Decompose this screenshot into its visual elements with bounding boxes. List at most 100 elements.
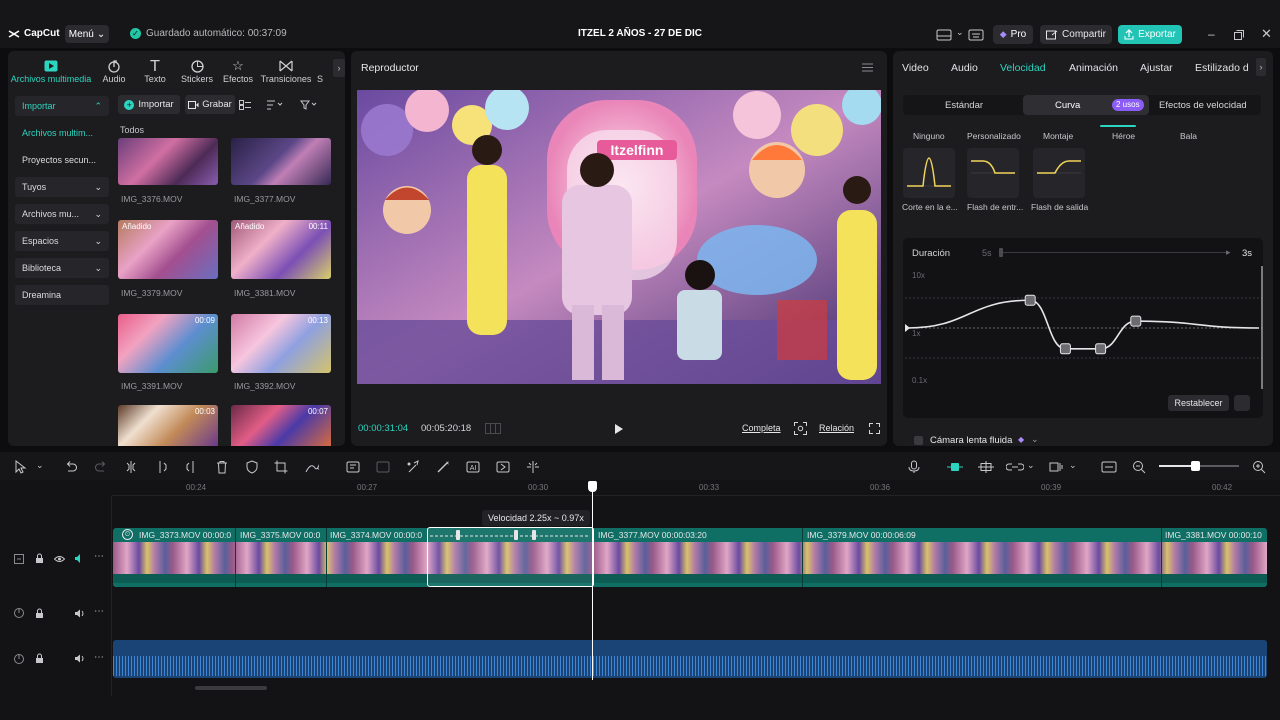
media-thumb[interactable]: 00:03 bbox=[118, 405, 218, 446]
playhead-handle[interactable] bbox=[588, 481, 597, 492]
menu-button[interactable]: Menú ⌄ bbox=[65, 25, 109, 43]
full-button[interactable]: Completa bbox=[742, 423, 781, 433]
curve-control-point[interactable] bbox=[1059, 343, 1071, 355]
tab-more[interactable]: S bbox=[314, 51, 326, 87]
magic-wand-icon[interactable] bbox=[436, 460, 450, 474]
preset-flash-out[interactable] bbox=[1033, 148, 1085, 198]
split-right-icon[interactable] bbox=[184, 460, 198, 474]
mode-speed-effects[interactable]: Efectos de velocidad bbox=[1159, 100, 1247, 111]
fit-frame-icon[interactable] bbox=[794, 422, 807, 435]
freeze-icon[interactable] bbox=[346, 460, 360, 474]
media-thumb[interactable] bbox=[231, 138, 331, 185]
export-button[interactable]: Exportar bbox=[1118, 25, 1182, 44]
reset-button[interactable]: Restablecer bbox=[1168, 395, 1229, 411]
smooth-slowmo-checkbox[interactable] bbox=[914, 436, 923, 445]
fit-timeline-icon[interactable] bbox=[1101, 460, 1117, 474]
tabs-scroll-right-icon[interactable]: › bbox=[1256, 58, 1266, 76]
more-options-icon[interactable]: ⋯ bbox=[94, 551, 104, 562]
tab-stylize[interactable]: Estilizado d bbox=[1186, 62, 1258, 74]
curve-control-point[interactable] bbox=[1130, 315, 1142, 327]
more-options-icon[interactable]: ⋯ bbox=[94, 606, 104, 617]
reverse-icon[interactable] bbox=[376, 460, 390, 474]
eye-icon[interactable] bbox=[54, 555, 65, 563]
pro-button[interactable]: ◆ Pro bbox=[993, 25, 1033, 44]
layout-chevron-icon[interactable]: ⌄ bbox=[956, 27, 964, 38]
preset-none-label[interactable]: Ninguno bbox=[913, 131, 945, 141]
crop-icon[interactable] bbox=[274, 460, 288, 474]
main-track-magnet-icon[interactable] bbox=[946, 460, 964, 474]
selected-clip[interactable] bbox=[427, 527, 594, 587]
hamburger-icon[interactable] bbox=[862, 63, 873, 72]
chevron-down-icon[interactable]: ⌄ bbox=[1031, 434, 1039, 445]
lock-icon[interactable] bbox=[35, 608, 44, 619]
curve-control-point[interactable] bbox=[1095, 343, 1107, 355]
speed-curve-plot[interactable] bbox=[903, 238, 1263, 418]
filter-icon[interactable] bbox=[300, 100, 318, 110]
nav-library[interactable]: Biblioteca ⌄ bbox=[15, 258, 109, 278]
nav-yours[interactable]: Tuyos ⌄ bbox=[15, 177, 109, 197]
speed-curve-tool-icon[interactable] bbox=[305, 460, 319, 474]
timeline-scrollbar[interactable] bbox=[195, 686, 267, 690]
restore-icon[interactable] bbox=[1234, 30, 1244, 40]
nav-dreamina[interactable]: Dreamina bbox=[15, 285, 109, 305]
zoom-in-icon[interactable] bbox=[1252, 460, 1266, 474]
tab-speed[interactable]: Velocidad bbox=[991, 62, 1055, 74]
preset-hero-label[interactable]: Héroe bbox=[1112, 131, 1135, 141]
grid-view-icon[interactable] bbox=[239, 100, 251, 110]
split-left-icon[interactable] bbox=[155, 460, 169, 474]
mirror-icon[interactable] bbox=[406, 460, 420, 474]
nav-media-files[interactable]: Archivos multim... bbox=[15, 123, 109, 143]
time-ruler[interactable]: 00:24 00:27 00:30 00:33 00:36 00:39 00:4… bbox=[112, 480, 1280, 496]
lock-icon[interactable] bbox=[35, 653, 44, 664]
fullscreen-icon[interactable] bbox=[869, 423, 880, 434]
import-button[interactable]: + Importar bbox=[118, 95, 180, 114]
captions-icon[interactable]: AI bbox=[466, 460, 480, 474]
curve-control-point[interactable] bbox=[1024, 294, 1036, 306]
tab-video[interactable]: Video bbox=[893, 62, 938, 74]
preset-custom-label[interactable]: Personalizado bbox=[967, 131, 1021, 141]
media-thumb[interactable]: 00:07 bbox=[231, 405, 331, 446]
tabs-scroll-right-icon[interactable]: › bbox=[333, 59, 345, 77]
play-icon[interactable] bbox=[614, 423, 624, 435]
tab-audio[interactable]: Audio bbox=[94, 51, 134, 87]
link-icon[interactable] bbox=[1006, 460, 1024, 474]
record-button[interactable]: Grabar bbox=[185, 95, 235, 114]
replace-icon[interactable] bbox=[496, 460, 510, 474]
ratio-button[interactable]: Relación bbox=[819, 423, 854, 433]
nav-secondary-projects[interactable]: Proyectos secun... bbox=[15, 150, 109, 170]
chevron-down-icon[interactable]: ⌄ bbox=[36, 460, 44, 471]
media-thumb[interactable]: Añadido bbox=[118, 220, 218, 279]
preview-axis-icon[interactable] bbox=[1048, 460, 1066, 474]
playhead[interactable] bbox=[592, 482, 593, 680]
tab-transitions[interactable]: Transiciones bbox=[258, 51, 314, 87]
undo-icon[interactable] bbox=[64, 460, 78, 474]
keyboard-icon[interactable] bbox=[968, 29, 984, 41]
tab-animation[interactable]: Animación bbox=[1060, 62, 1127, 74]
timecode-grid-icon[interactable] bbox=[485, 423, 501, 434]
tab-audio-props[interactable]: Audio bbox=[942, 62, 987, 74]
media-thumb[interactable] bbox=[118, 138, 218, 185]
tab-adjust[interactable]: Ajustar bbox=[1131, 62, 1182, 74]
close-icon[interactable]: ✕ bbox=[1261, 26, 1272, 42]
shield-icon[interactable] bbox=[245, 460, 259, 474]
audio-link-icon[interactable] bbox=[74, 553, 83, 564]
share-button[interactable]: Compartir bbox=[1040, 25, 1112, 44]
microphone-icon[interactable] bbox=[907, 460, 921, 474]
preset-flash-in[interactable] bbox=[967, 148, 1019, 198]
layout-icon[interactable] bbox=[936, 29, 952, 41]
minimize-icon[interactable]: – bbox=[1208, 27, 1215, 41]
chevron-down-icon[interactable]: ⌄ bbox=[1027, 460, 1035, 471]
diamond-toggle-button[interactable] bbox=[1234, 395, 1250, 411]
audio-track-icon[interactable] bbox=[14, 608, 24, 618]
ai-effects-icon[interactable] bbox=[526, 460, 540, 474]
speaker-icon[interactable] bbox=[74, 609, 85, 618]
chevron-down-icon[interactable]: ⌄ bbox=[1069, 460, 1077, 471]
more-options-icon[interactable]: ⋯ bbox=[94, 652, 104, 663]
preset-jump-cut[interactable] bbox=[903, 148, 955, 198]
split-icon[interactable] bbox=[124, 460, 138, 474]
tab-stickers[interactable]: Stickers bbox=[176, 51, 218, 87]
redo-icon[interactable] bbox=[94, 460, 108, 474]
speaker-icon[interactable] bbox=[74, 654, 85, 663]
nav-spaces[interactable]: Espacios ⌄ bbox=[15, 231, 109, 251]
video-preview[interactable]: Itzelfinn bbox=[357, 90, 881, 384]
